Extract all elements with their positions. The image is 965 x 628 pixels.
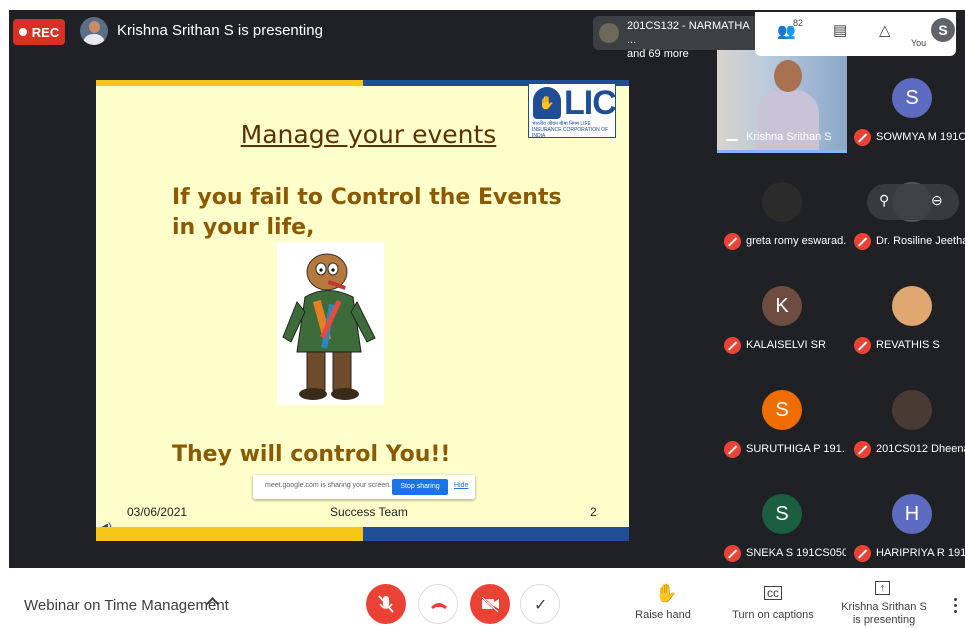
- participant-name: Krishna Srithan S: [746, 131, 832, 143]
- participant-tile[interactable]: S SOWMYA M 191CS...: [847, 50, 965, 153]
- activities-icon[interactable]: △: [879, 21, 891, 39]
- participant-tile[interactable]: greta romy eswarad...: [717, 154, 847, 257]
- captions-icon[interactable]: cc: [764, 586, 782, 600]
- slide-bottom-text: They will control You!!: [172, 442, 451, 467]
- participant-tile[interactable]: Krishna Srithan S: [717, 50, 847, 153]
- mic-off-icon: [854, 129, 871, 146]
- lic-logo-text: LIC: [564, 84, 617, 122]
- mic-off-icon: [378, 595, 394, 613]
- check-button[interactable]: ✓: [520, 584, 560, 624]
- participant-tile[interactable]: S SNEKA S 191CS050: [717, 466, 847, 568]
- participant-notification[interactable]: 201CS132 - NARMATHA ... and 69 more: [593, 16, 759, 60]
- slide-bottom-stripe-yellow: [96, 527, 363, 541]
- check-icon: ✓: [534, 597, 548, 614]
- captions-button[interactable]: Turn on captions: [728, 609, 818, 622]
- presenting-text: Krishna Srithan S is presenting: [117, 22, 323, 39]
- stop-sharing-button[interactable]: Stop sharing: [392, 479, 448, 495]
- camera-off-icon: [481, 596, 499, 613]
- mic-off-icon: [854, 233, 871, 250]
- record-dot-icon: [18, 28, 27, 36]
- remove-icon[interactable]: ⊖: [931, 192, 943, 209]
- participant-count: 82: [793, 18, 804, 28]
- raise-hand-button[interactable]: Raise hand: [630, 609, 696, 622]
- participant-avatar: [762, 182, 802, 222]
- more-options-icon[interactable]: [954, 598, 958, 616]
- presenting-status[interactable]: Krishna Srithan S is presenting: [836, 601, 932, 627]
- rec-label: REC: [31, 24, 60, 40]
- bottom-control-bar: Webinar on Time Management ✓ ✋ Raise han…: [0, 568, 965, 628]
- lic-emblem-icon: ✋: [533, 87, 561, 119]
- presenter-avatar: [80, 17, 108, 45]
- participant-name: HARIPRIYA R 191C...: [876, 547, 965, 559]
- notification-avatar: [599, 23, 619, 43]
- participant-tile[interactable]: 201CS012 Dheena: [847, 362, 965, 465]
- present-icon[interactable]: ↑: [875, 581, 890, 595]
- mic-off-icon: [854, 545, 871, 562]
- participant-name: greta romy eswarad...: [746, 235, 846, 247]
- slide-top-stripe-yellow: [96, 80, 363, 86]
- participant-tile[interactable]: H HARIPRIYA R 191C...: [847, 466, 965, 568]
- hang-up-icon: [431, 603, 447, 609]
- slide-bottom-stripe-blue: [363, 527, 629, 541]
- presentation-slide: ✋ LIC भारतीय जीवन बीमा निगम LIFE INSURAN…: [96, 80, 629, 541]
- meeting-title[interactable]: Webinar on Time Management: [24, 597, 229, 614]
- mic-off-icon: [724, 441, 741, 458]
- participant-avatar: S: [892, 78, 932, 118]
- presenting-line1: Krishna Srithan S: [841, 601, 927, 613]
- stressed-man-cartoon: [277, 242, 384, 405]
- participant-avatar: H: [892, 494, 932, 534]
- slide-footer-team: Success Team: [330, 505, 408, 519]
- top-right-toolbar: 👥 82 ▤ △ You S: [755, 12, 956, 56]
- chat-icon[interactable]: ▤: [833, 21, 847, 39]
- participant-name: REVATHIS S: [876, 339, 940, 351]
- mic-off-icon: [854, 337, 871, 354]
- participant-name: SNEKA S 191CS050: [746, 547, 846, 559]
- notification-line1: 201CS132 - NARMATHA ...: [627, 20, 750, 46]
- raise-hand-icon[interactable]: ✋: [655, 583, 677, 604]
- slide-body-text: If you fail to Control the Events in you…: [172, 185, 562, 240]
- mic-off-icon: [724, 337, 741, 354]
- pin-icon[interactable]: ⚲: [879, 192, 889, 209]
- participant-grid: Krishna Srithan S S SOWMYA M 191CS... gr…: [712, 50, 965, 568]
- participant-avatar: S: [762, 494, 802, 534]
- presenting-line2: is presenting: [852, 614, 916, 626]
- participant-name: SOWMYA M 191CS...: [876, 131, 965, 143]
- camera-button[interactable]: [470, 584, 510, 624]
- participant-tile[interactable]: S SURUTHIGA P 191...: [717, 362, 847, 465]
- you-avatar[interactable]: S: [931, 18, 955, 42]
- speaking-indicator-icon: [726, 135, 738, 141]
- share-message: meet.google.com is sharing your screen.: [265, 482, 392, 489]
- mic-off-icon: [724, 545, 741, 562]
- participant-name: KALAISELVI SR: [746, 339, 826, 351]
- recording-badge: REC: [13, 19, 65, 45]
- participant-tile[interactable]: K KALAISELVI SR: [717, 258, 847, 361]
- you-label: You: [911, 38, 927, 48]
- hide-link[interactable]: Hide: [454, 482, 468, 489]
- screen-share-bar: meet.google.com is sharing your screen. …: [253, 475, 475, 499]
- leave-call-button[interactable]: [418, 584, 458, 624]
- participant-avatar: S: [762, 390, 802, 430]
- slide-date: 03/06/2021: [127, 505, 188, 519]
- slide-page-number: 2: [590, 505, 597, 519]
- participant-avatar: K: [762, 286, 802, 326]
- participant-tile[interactable]: REVATHIS S: [847, 258, 965, 361]
- participant-name: Dr. Rosiline Jeetha B: [876, 235, 965, 247]
- mic-off-icon: [854, 441, 871, 458]
- meeting-stage: REC Krishna Srithan S is presenting 201C…: [9, 10, 965, 568]
- tile-hover-controls: ⚲ ⊖: [867, 184, 959, 220]
- microphone-button[interactable]: [366, 584, 406, 624]
- mic-off-icon: [724, 233, 741, 250]
- participant-name: 201CS012 Dheena: [876, 443, 965, 455]
- participant-name: SURUTHIGA P 191...: [746, 443, 846, 455]
- participant-tile[interactable]: ⚲ ⊖ Dr. Rosiline Jeetha B: [847, 154, 965, 257]
- participant-avatar: [892, 390, 932, 430]
- slide-title: Manage your events: [240, 120, 497, 149]
- participant-avatar: [892, 286, 932, 326]
